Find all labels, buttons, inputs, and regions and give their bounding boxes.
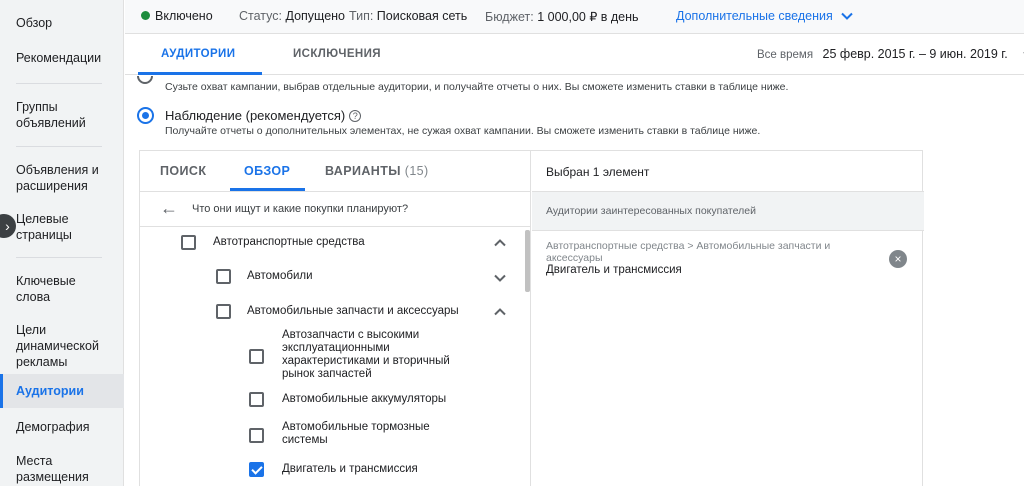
observation-description: Получайте отчеты о дополнительных элемен… — [165, 125, 761, 137]
selected-panel: Выбран 1 элемент Аудитории заинтересован… — [532, 151, 924, 486]
campaign-budget: Бюджет: 1 000,00 ₽ в день — [485, 9, 639, 24]
remove-icon[interactable]: × — [889, 250, 907, 268]
chevron-down-icon — [841, 12, 853, 20]
sidebar: Обзор Рекомендации Группы объявлений Объ… — [0, 0, 124, 486]
checkbox-checked[interactable] — [249, 462, 264, 477]
tab-ideas[interactable]: ВАРИАНТЫ (15) — [325, 164, 429, 178]
observation-label: Наблюдение (рекомендуется) — [165, 108, 346, 123]
sidebar-item-ad-groups[interactable]: Группы объявлений — [0, 99, 110, 131]
sidebar-divider — [16, 83, 102, 84]
enabled-status[interactable]: Включено — [141, 9, 213, 23]
audience-picker: ПОИСК ОБЗОР ВАРИАНТЫ (15) ← Что они ищут… — [139, 150, 924, 486]
help-icon[interactable]: ? — [349, 110, 362, 122]
tab-search[interactable]: ПОИСК — [160, 164, 206, 178]
tree-item-label: Автозапчасти с высокими эксплуатационным… — [282, 329, 450, 380]
sidebar-divider — [16, 257, 102, 258]
audience-tabs-row: АУДИТОРИИ ИСКЛЮЧЕНИЯ Все время 25 февр. … — [125, 35, 1024, 75]
tab-exclusions[interactable]: ИСКЛЮЧЕНИЯ — [293, 48, 381, 60]
targeting-radio[interactable] — [137, 76, 153, 84]
sidebar-item-placements[interactable]: Места размещения — [0, 453, 100, 485]
tree-item-label: Автотранспортные средства — [213, 236, 365, 248]
chevron-up-icon[interactable] — [494, 308, 506, 316]
targeting-description: Сузьте охват кампании, выбрав отдельные … — [165, 81, 789, 93]
active-tab-indicator — [138, 72, 262, 75]
date-range-label: Все время — [757, 49, 814, 61]
details-link-label: Дополнительные сведения — [676, 9, 833, 23]
tab-audiences[interactable]: АУДИТОРИИ — [161, 48, 235, 60]
type-label: Тип: — [349, 9, 374, 23]
tree-item-label: Автомобили — [247, 270, 313, 282]
status-label: Статус: — [239, 9, 282, 23]
sidebar-item-overview[interactable]: Обзор — [0, 15, 124, 31]
checkbox[interactable] — [249, 392, 264, 407]
sidebar-item-recommendations[interactable]: Рекомендации — [0, 50, 124, 66]
enabled-label: Включено — [155, 9, 213, 23]
checkbox[interactable] — [249, 428, 264, 443]
status-value: Допущено — [285, 9, 346, 23]
sidebar-item-dynamic-ad-targets[interactable]: Цели динамической рекламы — [0, 322, 110, 370]
selected-count: Выбран 1 элемент — [546, 165, 650, 179]
selected-item-path: Автотранспортные средства > Автомобильны… — [546, 240, 831, 264]
tree-item-label: Двигатель и трансмиссия — [282, 463, 418, 475]
chevron-up-icon[interactable] — [494, 239, 506, 247]
browse-category-title: Что они ищут и какие покупки планируют? — [192, 203, 409, 215]
details-link[interactable]: Дополнительные сведения — [676, 9, 853, 23]
sidebar-item-audiences[interactable]: Аудитории — [0, 374, 124, 408]
back-arrow-icon[interactable]: ← — [160, 198, 178, 219]
tab-ideas-count: (15) — [404, 164, 429, 178]
observation-option[interactable]: Наблюдение (рекомендуется)? — [165, 108, 362, 123]
category-tree: Автотранспортные средства Автомобили Авт… — [140, 228, 531, 486]
budget-label: Бюджет: — [485, 10, 534, 24]
checkbox[interactable] — [216, 269, 231, 284]
approval-status: Статус: Допущено — [239, 9, 345, 23]
tab-browse[interactable]: ОБЗОР — [244, 164, 290, 178]
sidebar-item-ads-extensions[interactable]: Объявления и расширения — [0, 162, 118, 194]
tree-item-label: Автомобильные запчасти и аксессуары — [247, 305, 459, 317]
tab-ideas-label: ВАРИАНТЫ — [325, 164, 401, 178]
scrollbar-thumb[interactable] — [525, 230, 530, 292]
status-dot-icon — [141, 11, 150, 20]
sidebar-item-keywords[interactable]: Ключевые слова — [0, 273, 100, 305]
observation-radio[interactable] — [137, 107, 154, 124]
app-root: Обзор Рекомендации Группы объявлений Объ… — [0, 0, 1024, 486]
checkbox[interactable] — [249, 349, 264, 364]
audience-browser: ПОИСК ОБЗОР ВАРИАНТЫ (15) ← Что они ищут… — [140, 151, 531, 486]
campaign-type: Тип: Поисковая сеть — [349, 9, 467, 23]
tree-item-label: Автомобильные тормозные системы — [282, 421, 430, 446]
campaign-status-bar: Включено Статус: Допущено Тип: Поисковая… — [125, 0, 1024, 34]
selected-item-name: Двигатель и трансмиссия — [546, 264, 682, 276]
date-range-value: 25 февр. 2015 г. – 9 июн. 2019 г. — [822, 47, 1008, 61]
budget-value: 1 000,00 ₽ в день — [537, 10, 639, 24]
audience-content: Сузьте охват кампании, выбрав отдельные … — [125, 76, 1024, 486]
checkbox[interactable] — [181, 235, 196, 250]
selected-category: Аудитории заинтересованных покупателей — [546, 205, 756, 217]
checkbox[interactable] — [216, 304, 231, 319]
tree-item-label: Автомобильные аккумуляторы — [282, 393, 447, 405]
chevron-down-icon[interactable] — [494, 274, 506, 282]
date-range-selector[interactable]: Все время 25 февр. 2015 г. – 9 июн. 2019… — [757, 47, 1024, 61]
sidebar-item-demographics[interactable]: Демография — [0, 419, 124, 435]
selected-category-header: Аудитории заинтересованных покупателей — [532, 191, 924, 231]
type-value: Поисковая сеть — [376, 9, 468, 23]
sidebar-divider — [16, 146, 102, 147]
browse-breadcrumb: ← Что они ищут и какие покупки планируют… — [140, 192, 530, 227]
